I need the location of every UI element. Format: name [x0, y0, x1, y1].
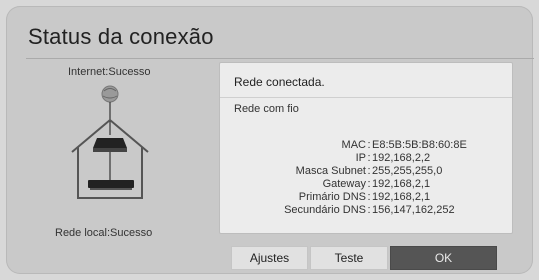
internet-status-label: Internet:Sucesso [68, 66, 151, 78]
dialog-title: Status da conexão [28, 24, 214, 49]
detail-row-mac: MAC: E8:5B:5B:B8:60:8E [341, 139, 467, 151]
detail-row-primary-dns: Primário DNS:192,168,2,1 [298, 191, 431, 203]
network-details: MAC: E8:5B:5B:B8:60:8E IP:192,168,2,2 Mas… [220, 139, 510, 217]
detail-row-secondary-dns: Secundário DNS:156,147,162,252 [284, 204, 455, 216]
connection-type: Rede com fio [234, 103, 299, 115]
ok-button[interactable]: OK [390, 246, 497, 270]
globe-icon [101, 85, 119, 103]
network-diagram-icon [71, 85, 149, 199]
connection-state: Rede conectada. [234, 75, 325, 89]
test-button[interactable]: Teste [310, 246, 388, 270]
detail-row-ip: IP:192,168,2,2 [355, 152, 431, 164]
local-network-status-label: Rede local:Sucesso [55, 227, 153, 239]
detail-row-gateway: Gateway:192,168,2,1 [322, 178, 431, 190]
player-device-icon [88, 180, 134, 190]
router-icon [93, 138, 127, 152]
connection-info-panel: Rede conectada. Rede com fio MAC: E8:5B:5… [219, 62, 513, 234]
adjust-button[interactable]: Ajustes [231, 246, 308, 270]
info-divider [220, 97, 512, 98]
title-divider [26, 58, 534, 59]
detail-row-subnet: Masca Subnet:255,255,255,0 [295, 165, 443, 177]
